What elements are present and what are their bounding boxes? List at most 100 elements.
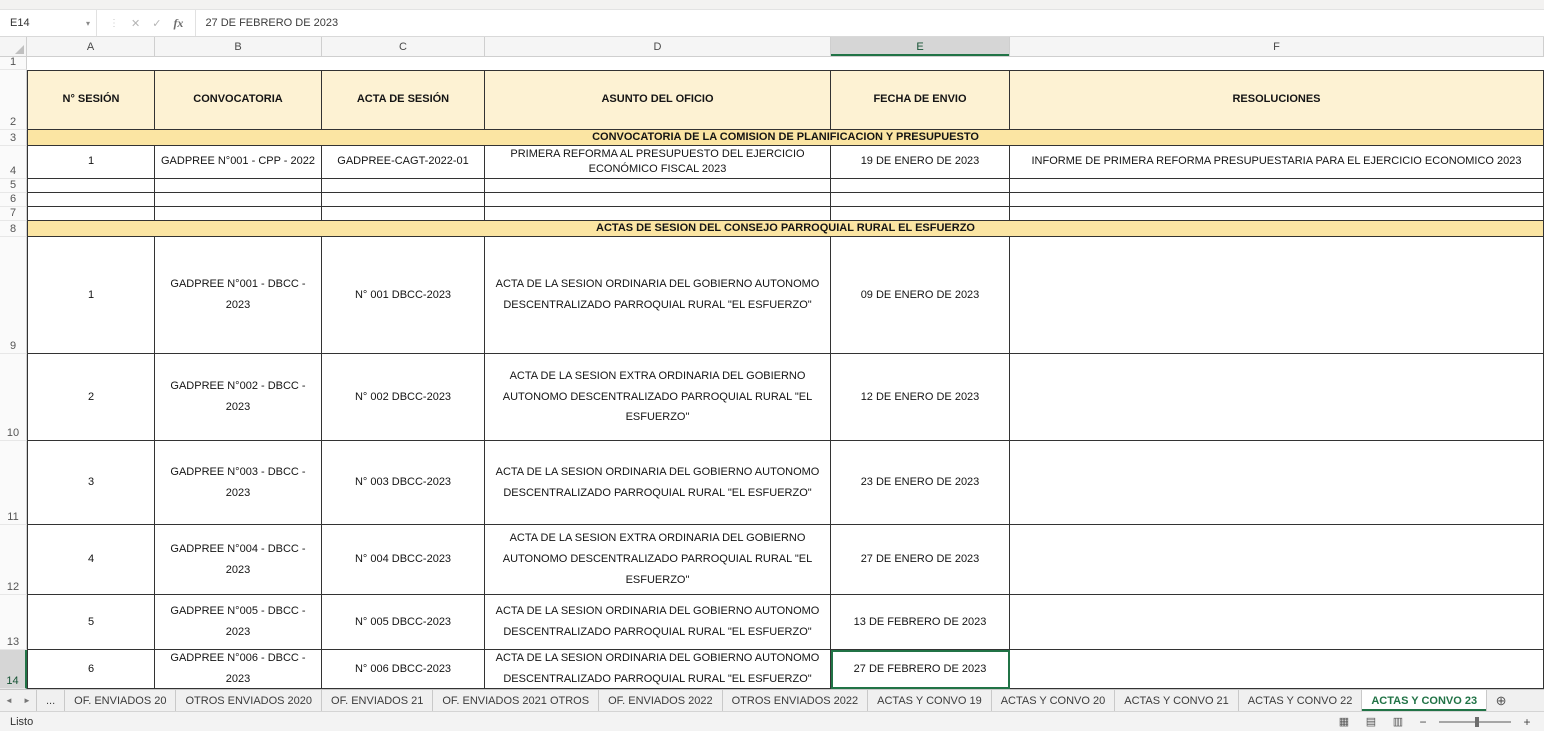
cell-E7[interactable]	[831, 207, 1010, 221]
cell-C11[interactable]: N° 003 DBCC-2023	[322, 441, 485, 525]
sheet-tab[interactable]: ACTAS Y CONVO 21	[1115, 690, 1239, 711]
cell-D10[interactable]: ACTA DE LA SESION EXTRA ORDINARIA DEL GO…	[485, 354, 831, 441]
cell-F13[interactable]	[1010, 595, 1544, 650]
cancel-icon[interactable]: ✕	[131, 17, 140, 30]
name-box-dropdown-icon[interactable]: ▾	[86, 19, 90, 28]
cell-C14[interactable]: N° 006 DBCC-2023	[322, 650, 485, 689]
sheet-tab[interactable]: OF. ENVIADOS 21	[322, 690, 433, 711]
cell-A9[interactable]: 1	[27, 237, 155, 354]
sheet-tab[interactable]: ACTAS Y CONVO 23	[1362, 690, 1487, 711]
section-header-cell-row-3[interactable]: CONVOCATORIA DE LA COMISION DE PLANIFICA…	[27, 130, 1544, 146]
cell-B7[interactable]	[155, 207, 322, 221]
cell-C7[interactable]	[322, 207, 485, 221]
row-header-14[interactable]: 14	[0, 650, 27, 689]
tab-nav-left-icon[interactable]: ◄	[0, 690, 18, 711]
zoom-slider-thumb[interactable]	[1475, 717, 1479, 727]
row-header-9[interactable]: 9	[0, 237, 27, 354]
cell-E11[interactable]: 23 DE ENERO DE 2023	[831, 441, 1010, 525]
cell-C6[interactable]	[322, 193, 485, 207]
zoom-out-button[interactable]: −	[1416, 715, 1430, 729]
cell-F14[interactable]	[1010, 650, 1544, 689]
column-header-A[interactable]: A	[27, 37, 155, 56]
cell-D12[interactable]: ACTA DE LA SESION EXTRA ORDINARIA DEL GO…	[485, 525, 831, 595]
row-header-6[interactable]: 6	[0, 193, 27, 207]
row-header-2[interactable]: 2	[0, 70, 27, 130]
cell-B13[interactable]: GADPREE N°005 - DBCC - 2023	[155, 595, 322, 650]
cell-A5[interactable]	[27, 179, 155, 193]
cell-B14[interactable]: GADPREE N°006 - DBCC - 2023	[155, 650, 322, 689]
cell-E5[interactable]	[831, 179, 1010, 193]
cell-F7[interactable]	[1010, 207, 1544, 221]
cell-A11[interactable]: 3	[27, 441, 155, 525]
cell-D13[interactable]: ACTA DE LA SESION ORDINARIA DEL GOBIERNO…	[485, 595, 831, 650]
cell-F6[interactable]	[1010, 193, 1544, 207]
cell-C2[interactable]: ACTA DE SESIÓN	[322, 70, 485, 130]
cell-B10[interactable]: GADPREE N°002 - DBCC - 2023	[155, 354, 322, 441]
page-break-view-icon[interactable]: ▥	[1389, 715, 1407, 728]
cell-E10[interactable]: 12 DE ENERO DE 2023	[831, 354, 1010, 441]
cell-A2[interactable]: N° SESIÓN	[27, 70, 155, 130]
cell-B2[interactable]: CONVOCATORIA	[155, 70, 322, 130]
row-header-1[interactable]: 1	[0, 57, 27, 70]
sheet-tab[interactable]: OF. ENVIADOS 20	[65, 690, 176, 711]
row-header-7[interactable]: 7	[0, 207, 27, 221]
cell-E12[interactable]: 27 DE ENERO DE 2023	[831, 525, 1010, 595]
row-header-11[interactable]: 11	[0, 441, 27, 525]
cell-A6[interactable]	[27, 193, 155, 207]
cell-E9[interactable]: 09 DE ENERO DE 2023	[831, 237, 1010, 354]
sheet-tab[interactable]: OF. ENVIADOS 2021 OTROS	[433, 690, 599, 711]
zoom-in-button[interactable]: +	[1520, 715, 1534, 729]
row-header-3[interactable]: 3	[0, 130, 27, 146]
sheet-tab[interactable]: OTROS ENVIADOS 2022	[723, 690, 869, 711]
cell-A14[interactable]: 6	[27, 650, 155, 689]
cell-C5[interactable]	[322, 179, 485, 193]
formula-input[interactable]: 27 DE FEBRERO DE 2023	[196, 10, 1544, 36]
cell-D7[interactable]	[485, 207, 831, 221]
column-header-E[interactable]: E	[831, 37, 1010, 56]
cell-E13[interactable]: 13 DE FEBRERO DE 2023	[831, 595, 1010, 650]
page-layout-view-icon[interactable]: ▤	[1362, 715, 1380, 728]
normal-view-icon[interactable]: ▦	[1335, 715, 1353, 728]
cell-E14[interactable]: 27 DE FEBRERO DE 2023	[831, 650, 1010, 689]
enter-icon[interactable]: ✓	[152, 17, 161, 30]
cell-D14[interactable]: ACTA DE LA SESION ORDINARIA DEL GOBIERNO…	[485, 650, 831, 689]
cell-D5[interactable]	[485, 179, 831, 193]
name-box[interactable]: E14 ▾	[0, 10, 97, 36]
cell-C9[interactable]: N° 001 DBCC-2023	[322, 237, 485, 354]
sheet-tab[interactable]: OTROS ENVIADOS 2020	[176, 690, 322, 711]
cell-C12[interactable]: N° 004 DBCC-2023	[322, 525, 485, 595]
cell-C10[interactable]: N° 002 DBCC-2023	[322, 354, 485, 441]
column-header-B[interactable]: B	[155, 37, 322, 56]
row-header-8[interactable]: 8	[0, 221, 27, 237]
zoom-slider[interactable]	[1439, 721, 1511, 723]
row-header-12[interactable]: 12	[0, 525, 27, 595]
cell-D2[interactable]: ASUNTO DEL OFICIO	[485, 70, 831, 130]
cell-D11[interactable]: ACTA DE LA SESION ORDINARIA DEL GOBIERNO…	[485, 441, 831, 525]
cell-F5[interactable]	[1010, 179, 1544, 193]
cell-A13[interactable]: 5	[27, 595, 155, 650]
sheet-tab[interactable]: ACTAS Y CONVO 19	[868, 690, 992, 711]
row-header-5[interactable]: 5	[0, 179, 27, 193]
section-header-cell-row-8[interactable]: ACTAS DE SESION DEL CONSEJO PARROQUIAL R…	[27, 221, 1544, 237]
sheet-tab[interactable]: ACTAS Y CONVO 20	[992, 690, 1116, 711]
row-header-10[interactable]: 10	[0, 354, 27, 441]
sheet-tab[interactable]: ...	[36, 690, 65, 711]
cell-C13[interactable]: N° 005 DBCC-2023	[322, 595, 485, 650]
column-header-F[interactable]: F	[1010, 37, 1544, 56]
cell-E4[interactable]: 19 DE ENERO DE 2023	[831, 146, 1010, 179]
cell-F10[interactable]	[1010, 354, 1544, 441]
cell-E6[interactable]	[831, 193, 1010, 207]
cell-F4[interactable]: INFORME DE PRIMERA REFORMA PRESUPUESTARI…	[1010, 146, 1544, 179]
cell-B5[interactable]	[155, 179, 322, 193]
cell-F11[interactable]	[1010, 441, 1544, 525]
cell-B11[interactable]: GADPREE N°003 - DBCC - 2023	[155, 441, 322, 525]
cell-A7[interactable]	[27, 207, 155, 221]
row-header-13[interactable]: 13	[0, 595, 27, 650]
cell-C4[interactable]: GADPREE-CAGT-2022-01	[322, 146, 485, 179]
cell-B9[interactable]: GADPREE N°001 - DBCC - 2023	[155, 237, 322, 354]
cell-B6[interactable]	[155, 193, 322, 207]
cell-B4[interactable]: GADPREE N°001 - CPP - 2022	[155, 146, 322, 179]
column-header-C[interactable]: C	[322, 37, 485, 56]
row-header-4[interactable]: 4	[0, 146, 27, 179]
cell-E2[interactable]: FECHA DE ENVIO	[831, 70, 1010, 130]
